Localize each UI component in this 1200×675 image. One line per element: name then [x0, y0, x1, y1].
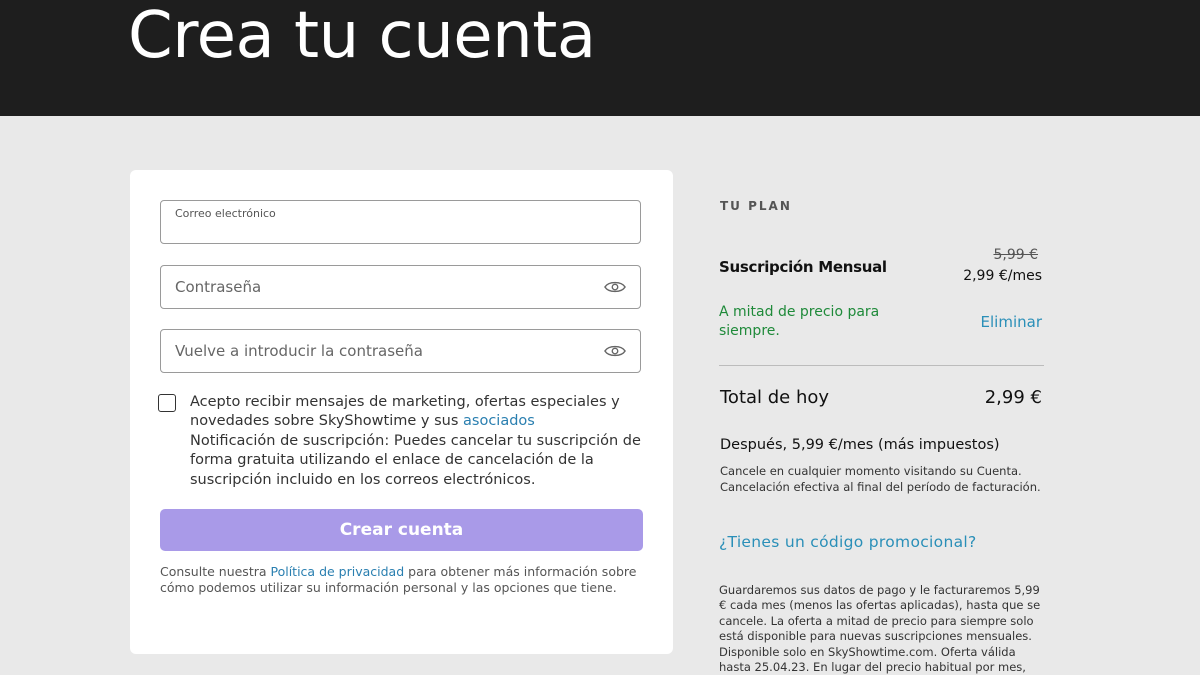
- divider: [719, 365, 1044, 366]
- signup-form-card: Correo electrónico Acepto recibir mensaj…: [130, 170, 673, 654]
- subscription-notice: Notificación de suscripción: Puedes canc…: [190, 432, 641, 488]
- eye-icon[interactable]: [604, 279, 626, 295]
- privacy-notice: Consulte nuestra Política de privacidad …: [160, 564, 643, 596]
- promo-note: A mitad de precio para siempre.: [719, 304, 880, 339]
- privacy-text-before: Consulte nuestra: [160, 564, 271, 579]
- original-price: 5,99 €: [993, 247, 1038, 263]
- after-price: Después, 5,99 €/mes (más impuestos): [720, 437, 1000, 453]
- discounted-price: 2,99 €/mes: [963, 268, 1042, 284]
- confirm-password-input[interactable]: [175, 330, 595, 372]
- plan-name: Suscripción Mensual: [719, 258, 887, 276]
- confirm-password-field[interactable]: [160, 329, 641, 373]
- promo-code-link[interactable]: ¿Tienes un código promocional?: [719, 533, 977, 551]
- consent-text: Acepto recibir mensajes de marketing, of…: [190, 393, 650, 490]
- associates-link[interactable]: asociados: [463, 413, 535, 429]
- remove-promo-link[interactable]: Eliminar: [981, 313, 1042, 331]
- privacy-policy-link[interactable]: Política de privacidad: [271, 564, 405, 579]
- page-title: Crea tu cuenta: [128, 0, 596, 73]
- plan-heading: TU PLAN: [720, 199, 792, 213]
- password-input[interactable]: [175, 266, 595, 308]
- email-input[interactable]: [175, 213, 595, 243]
- total-label: Total de hoy: [720, 387, 830, 408]
- legal-text: Guardaremos sus datos de pago y le factu…: [719, 583, 1041, 675]
- marketing-consent-checkbox[interactable]: [158, 394, 176, 412]
- consent-text-main: Acepto recibir mensajes de marketing, of…: [190, 394, 620, 430]
- total-value: 2,99 €: [984, 387, 1042, 408]
- email-field[interactable]: Correo electrónico: [160, 200, 641, 244]
- cancel-note: Cancele en cualquier momento visitando s…: [720, 464, 1041, 494]
- password-field[interactable]: [160, 265, 641, 309]
- create-account-button[interactable]: Crear cuenta: [160, 509, 643, 551]
- page-header: Crea tu cuenta: [0, 0, 1200, 116]
- eye-icon[interactable]: [604, 343, 626, 359]
